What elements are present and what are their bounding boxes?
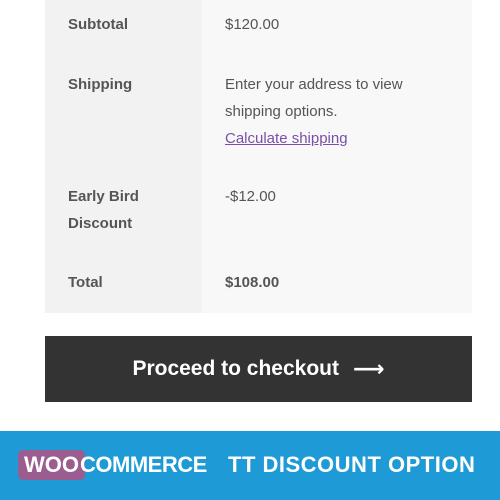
calculate-shipping-link[interactable]: Calculate shipping bbox=[225, 125, 425, 152]
shipping-label: Shipping bbox=[68, 76, 133, 93]
shipping-message: Enter your address to view shipping opti… bbox=[225, 76, 403, 120]
subtotal-value: $120.00 bbox=[225, 16, 280, 33]
discount-label: Early Bird Discount bbox=[68, 188, 139, 232]
cart-page: Subtotal $120.00 Shipping Enter your add… bbox=[0, 0, 500, 500]
promo-banner: WOO COMMERCE TT DISCOUNT OPTION bbox=[0, 431, 500, 500]
total-value: $108.00 bbox=[225, 274, 280, 291]
total-label: Total bbox=[68, 274, 103, 291]
woocommerce-logo-woo: WOO bbox=[18, 450, 85, 480]
checkout-button-label: Proceed to checkout bbox=[132, 357, 339, 380]
total-row: Total $108.00 bbox=[45, 250, 472, 313]
subtotal-label: Subtotal bbox=[68, 16, 128, 33]
proceed-to-checkout-button[interactable]: Proceed to checkout ⟶ bbox=[45, 336, 472, 402]
discount-value: -$12.00 bbox=[225, 188, 276, 205]
cart-totals-table: Subtotal $120.00 Shipping Enter your add… bbox=[45, 0, 472, 313]
arrow-right-icon: ⟶ bbox=[353, 356, 385, 381]
banner-title: TT DISCOUNT OPTION bbox=[228, 452, 476, 477]
subtotal-row: Subtotal $120.00 bbox=[45, 0, 472, 52]
shipping-row: Shipping Enter your address to view ship… bbox=[45, 52, 472, 170]
woocommerce-logo-commerce: COMMERCE bbox=[80, 452, 207, 477]
discount-row: Early Bird Discount -$12.00 bbox=[45, 170, 472, 250]
